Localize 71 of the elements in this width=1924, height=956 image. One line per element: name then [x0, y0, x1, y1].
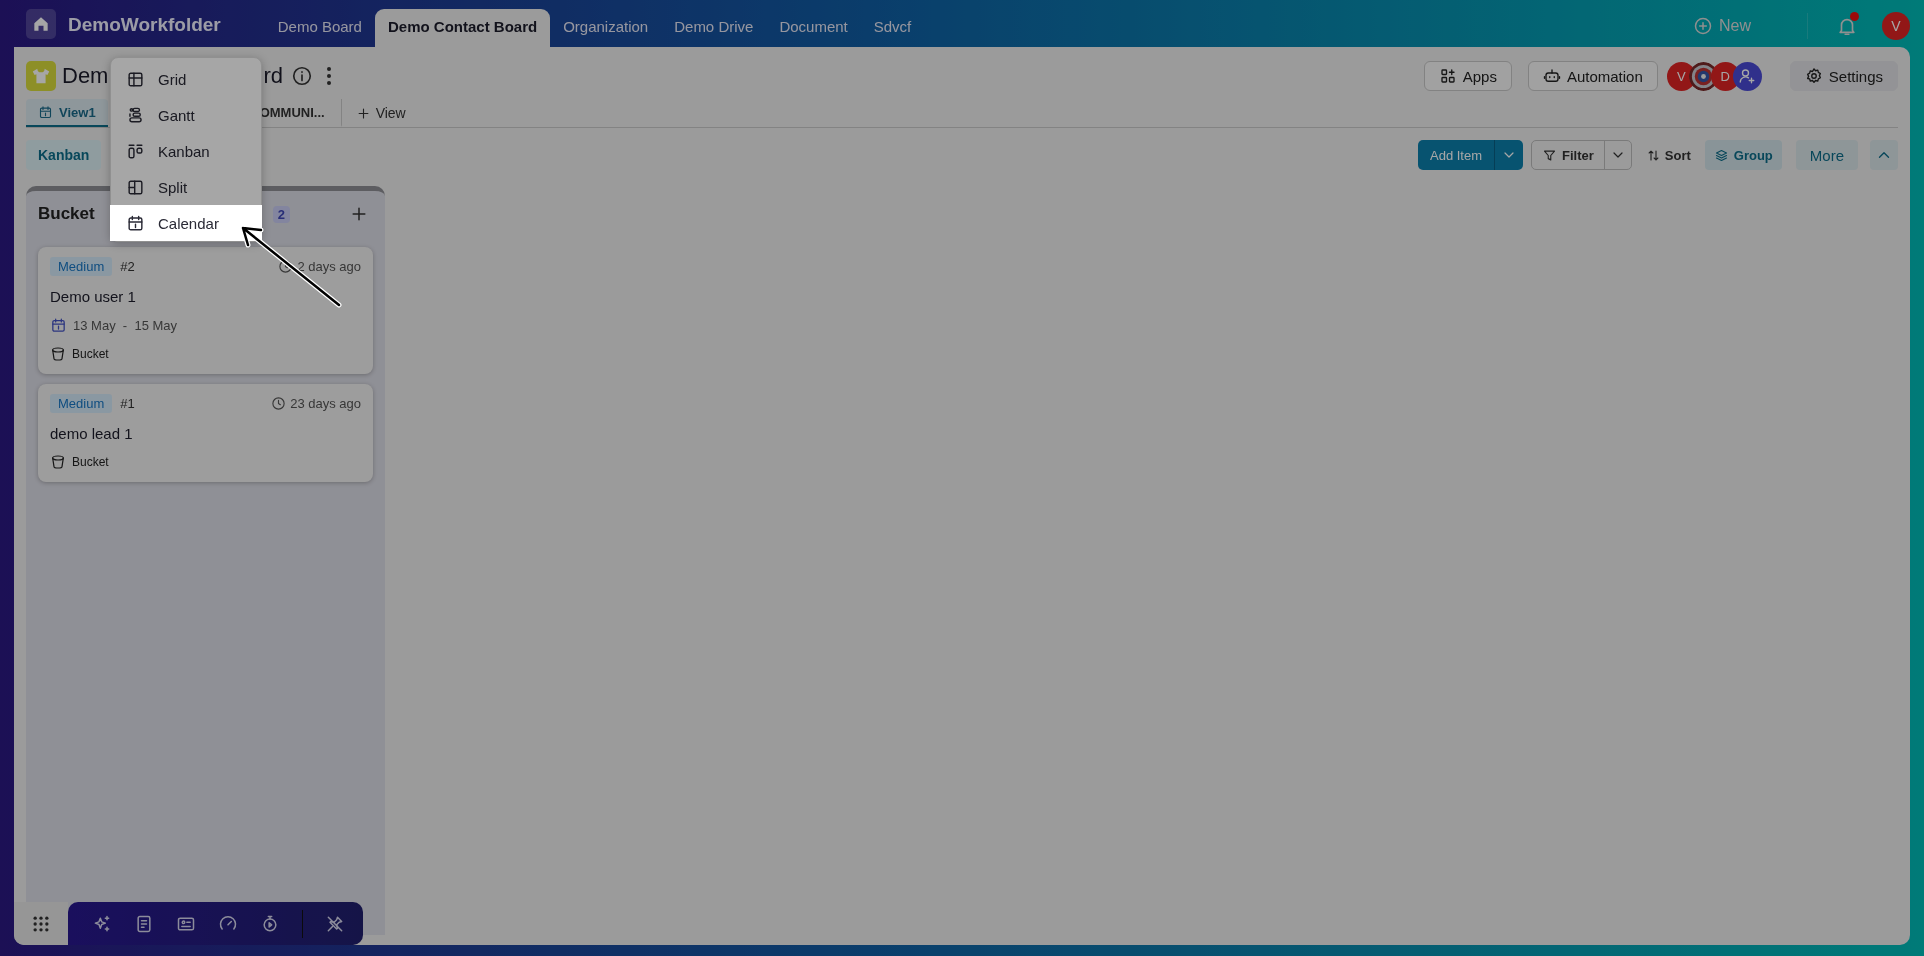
item-age: 2 days ago	[297, 259, 361, 274]
clock-icon	[271, 396, 287, 411]
dock-button[interactable]	[260, 913, 280, 934]
view-menu-item[interactable]: Calendar	[110, 205, 262, 241]
user-plus-icon	[1738, 67, 1757, 85]
layers-icon	[1713, 147, 1729, 163]
apps-menu-button[interactable]	[14, 902, 68, 945]
view-menu-item[interactable]: Grid	[111, 61, 261, 97]
layout-chip[interactable]: Kanban	[26, 140, 102, 170]
split-icon	[126, 177, 145, 197]
dock-button[interactable]	[134, 913, 154, 934]
info-icon	[291, 65, 313, 87]
bucket-icon	[50, 346, 66, 362]
kanban-icon	[126, 141, 145, 161]
board-tab[interactable]: Organization	[550, 9, 662, 47]
board-tab[interactable]: Demo Drive	[661, 9, 767, 47]
item-count: 2	[272, 205, 290, 223]
column-title: Bucket	[38, 204, 95, 224]
bucket-label: Bucket	[72, 455, 109, 469]
filter-button[interactable]: Filter	[1531, 140, 1632, 170]
workspace-name: DemoWorkfolder	[68, 14, 221, 36]
gantt-icon	[126, 105, 145, 125]
sparkle-icon	[92, 913, 112, 934]
board-tab[interactable]: Demo Contact Board	[374, 9, 551, 47]
notification-button[interactable]	[1836, 15, 1858, 37]
plus-circle-icon	[1693, 16, 1713, 36]
filter-icon	[1542, 147, 1557, 163]
board-tab[interactable]: Sdvcf	[860, 9, 925, 47]
view-menu-item[interactable]: Gantt	[111, 97, 261, 133]
user-avatar[interactable]: V	[1882, 12, 1910, 40]
view-menu-item[interactable]: Kanban	[111, 133, 261, 169]
kanban-card[interactable]: Medium #1 23 days ago demo lead 1 Bucket	[38, 384, 373, 482]
board-title: Dem	[62, 63, 109, 89]
item-age: 23 days ago	[290, 396, 361, 411]
stopwatch-icon	[260, 913, 280, 934]
card-title: Demo user 1	[50, 288, 137, 305]
add-item-button[interactable]: Add Item	[1418, 140, 1523, 170]
bucket-label: Bucket	[72, 347, 109, 361]
calendar-icon	[38, 104, 53, 120]
apps-icon	[1438, 67, 1457, 85]
board-tab[interactable]: Document	[766, 9, 861, 47]
bucket-icon	[50, 454, 66, 470]
group-button[interactable]: Group	[1704, 140, 1782, 170]
view-tab[interactable]: View1	[26, 99, 108, 127]
robot-icon	[1542, 67, 1561, 85]
kebab-menu-icon	[327, 66, 331, 86]
plus-icon	[355, 105, 371, 121]
priority-tag: Medium	[50, 257, 113, 276]
calendar-icon	[126, 213, 145, 233]
board-title: rd	[263, 63, 283, 89]
calendar-icon	[50, 317, 67, 334]
kanban-card[interactable]: Medium #2 2 days ago Demo user 1 13 May - 15 May Bucket	[38, 247, 373, 374]
document-icon	[134, 913, 154, 934]
add-member-button[interactable]	[1732, 61, 1762, 91]
table-icon	[126, 69, 145, 89]
more-button[interactable]: More	[1795, 140, 1858, 170]
add-view-button[interactable]: View	[341, 99, 420, 127]
dock-button[interactable]	[92, 913, 112, 934]
settings-button[interactable]: Settings	[1789, 61, 1898, 91]
item-number: #1	[120, 396, 135, 411]
apps-button[interactable]: Apps	[1423, 61, 1512, 91]
board-tab[interactable]: Demo Board	[264, 9, 375, 47]
item-number: #2	[120, 259, 135, 274]
priority-tag: Medium	[50, 394, 113, 413]
settings-icon	[1804, 67, 1823, 85]
clock-icon	[278, 259, 294, 274]
card-title: demo lead 1	[50, 425, 134, 442]
sort-button[interactable]: Sort	[1639, 147, 1697, 163]
date-range: 13 May - 15 May	[73, 318, 178, 333]
automation-button[interactable]: Automation	[1527, 61, 1658, 91]
view-menu-item[interactable]: Split	[111, 169, 261, 205]
